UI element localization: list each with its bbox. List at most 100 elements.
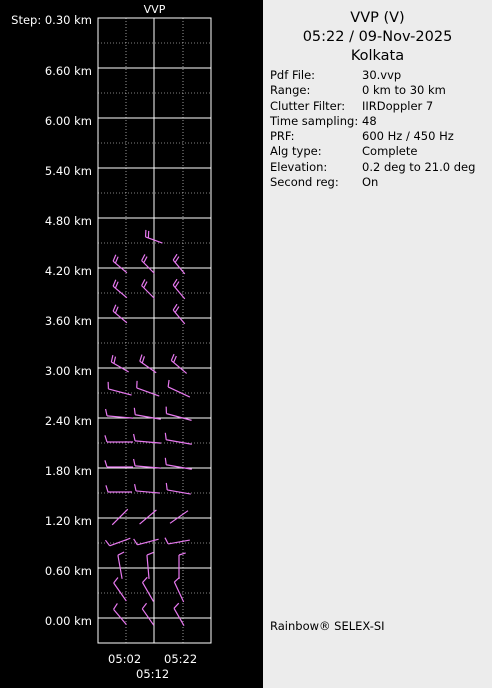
wind-barb-feather	[104, 460, 108, 468]
wind-barb-feather	[174, 281, 180, 288]
wind-barb	[146, 554, 150, 580]
wind-barb	[173, 608, 185, 626]
wind-barb-feather	[104, 408, 108, 416]
wind-barb	[109, 537, 131, 547]
vendor-footer: Rainbow® SELEX-SI	[270, 619, 385, 633]
wind-barb	[136, 387, 160, 397]
y-label-step: Step: 0.30 km	[11, 13, 92, 27]
wind-barb-feather	[173, 355, 177, 363]
wind-barb	[141, 582, 155, 602]
wind-barb-feather	[174, 306, 180, 313]
wind-barb	[166, 413, 192, 421]
wind-barb-feather	[112, 304, 117, 312]
wind-barb	[166, 464, 192, 470]
header: VVP (V) 05:22 / 09-Nov-2025 Kolkata	[263, 9, 492, 66]
wind-barb-feather	[113, 603, 118, 610]
product-title: VVP (V)	[350, 10, 405, 26]
vvp-plot-panel: VVP Step: 0.30 km 6.60 km 6.00 km 5.40 k…	[0, 0, 263, 688]
info-value: Complete	[362, 144, 418, 159]
x-label: 05:22	[164, 652, 198, 666]
y-label: 3.00 km	[44, 364, 92, 378]
y-label: 4.20 km	[44, 264, 92, 278]
wind-barb-feather	[172, 253, 178, 261]
wind-barb-feather	[104, 435, 108, 443]
y-label: 4.80 km	[44, 214, 92, 228]
wind-barb-feather	[141, 279, 146, 286]
wind-barb-feather	[104, 539, 111, 547]
wind-barb-feather	[141, 356, 145, 364]
wind-barb	[137, 538, 159, 546]
y-label: 1.80 km	[44, 464, 92, 478]
wind-barb-feather	[114, 281, 119, 289]
y-label: 6.60 km	[44, 64, 92, 78]
wind-barb-feather	[133, 407, 136, 415]
wind-barb-feather	[172, 303, 178, 311]
wind-barb	[111, 508, 129, 526]
info-value: 48	[362, 113, 377, 128]
info-panel: VVP (V) 05:22 / 09-Nov-2025 Kolkata Pdf …	[263, 0, 492, 688]
wind-barb-feather	[142, 576, 148, 583]
wind-barb	[166, 439, 192, 445]
info-value: IIRDoppler 7	[362, 98, 434, 113]
wind-barb-feather	[105, 485, 109, 493]
info-key: Range:	[270, 83, 311, 98]
info-key: Second reg:	[270, 175, 339, 190]
wind-barb	[169, 510, 189, 524]
wind-barb-feather	[112, 279, 117, 287]
y-label: 2.40 km	[44, 414, 92, 428]
wind-barb-feather	[112, 254, 117, 262]
wind-barb-feather	[110, 355, 114, 363]
wind-barb-feather	[164, 457, 167, 465]
wind-barb-feather	[146, 551, 154, 556]
wind-barb-feather	[173, 602, 180, 609]
x-label: 05:12	[136, 667, 170, 681]
wind-barb	[113, 582, 127, 602]
wind-barb	[141, 608, 155, 626]
y-label: 3.60 km	[44, 314, 92, 328]
wind-barb	[135, 414, 161, 420]
info-value: 0 km to 30 km	[362, 83, 446, 98]
wind-barb	[113, 608, 127, 626]
wind-barb-feather	[174, 256, 180, 263]
wind-barb	[134, 440, 162, 444]
wind-barb-feather	[143, 281, 148, 289]
wind-barb-feather	[113, 356, 117, 364]
y-label: 1.20 km	[44, 514, 92, 528]
wind-barb-feather	[132, 433, 136, 441]
wind-barb-feather	[141, 602, 148, 610]
wind-barb-feather	[143, 256, 148, 264]
y-label: 5.40 km	[44, 164, 92, 178]
wind-barb	[167, 386, 191, 398]
info-key: Alg type:	[270, 144, 322, 159]
wind-barb-feather	[178, 552, 186, 556]
info-value: 30.vvp	[362, 68, 402, 82]
info-key: Clutter Filter:	[270, 98, 346, 113]
site-name: Kolkata	[350, 48, 405, 64]
wind-barb-feather	[114, 256, 119, 264]
wind-barb-feather	[170, 353, 175, 361]
info-key: PRF:	[270, 129, 295, 144]
info-value: 0.2 deg to 21.0 deg	[362, 159, 476, 174]
wind-barb	[135, 490, 161, 494]
wind-barb-feather	[132, 458, 136, 466]
wind-barb-feather	[139, 354, 143, 362]
info-value: 600 Hz / 450 Hz	[362, 129, 454, 144]
wind-barb-feather	[133, 483, 137, 492]
wind-barb-feather	[164, 432, 167, 440]
wind-barb-feather	[117, 551, 125, 556]
wind-barb-feather	[114, 306, 119, 314]
y-label: 6.00 km	[44, 114, 92, 128]
x-label: 05:02	[108, 652, 142, 666]
vvp-wind-profile	[97, 17, 212, 644]
wind-barb-feather	[141, 254, 146, 261]
wind-barb	[173, 581, 185, 603]
wind-barb	[108, 388, 132, 396]
wind-barb	[117, 555, 123, 579]
info-value: On	[362, 175, 379, 190]
wind-barb-feather	[165, 482, 168, 490]
wind-barb	[167, 489, 191, 495]
wind-barb-feather	[167, 379, 170, 388]
y-label: 0.60 km	[44, 564, 92, 578]
wind-barb-feather	[172, 278, 178, 286]
wind-barb-feather	[133, 538, 138, 546]
